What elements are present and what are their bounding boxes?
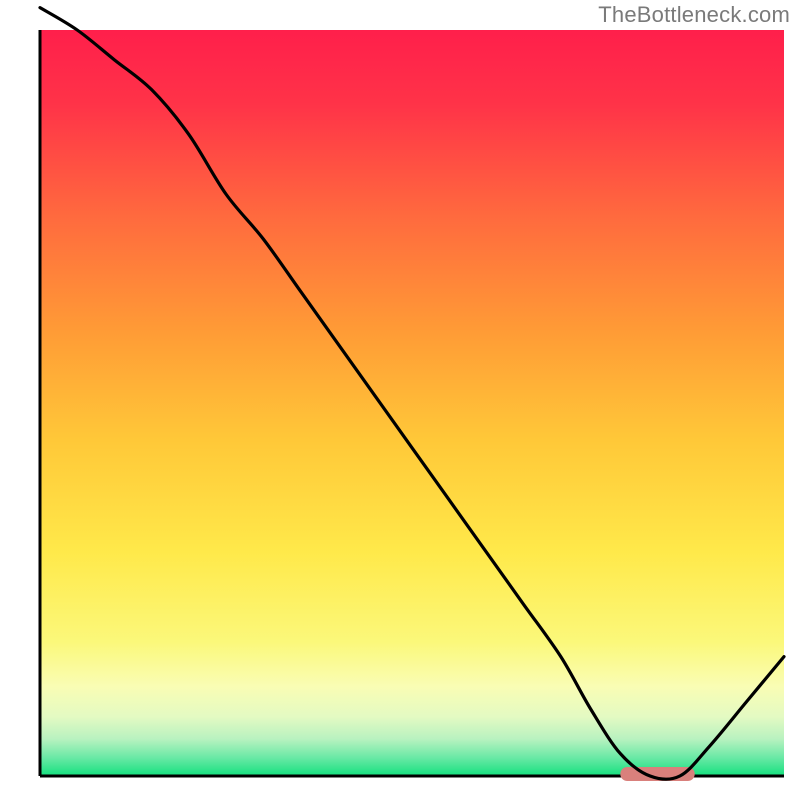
chart-container: TheBottleneck.com <box>0 0 800 800</box>
plot-background <box>40 30 784 776</box>
bottleneck-chart <box>0 0 800 800</box>
